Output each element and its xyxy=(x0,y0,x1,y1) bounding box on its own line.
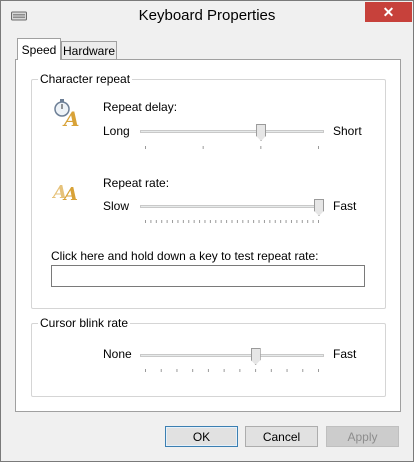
close-icon: ✕ xyxy=(382,3,395,20)
character-repeat-legend: Character repeat xyxy=(38,72,133,86)
test-repeat-input[interactable] xyxy=(51,265,365,287)
svg-text:A: A xyxy=(62,107,80,128)
repeated-letters-icon: A A xyxy=(52,182,78,202)
close-button[interactable]: ✕ xyxy=(365,2,412,22)
cancel-button[interactable]: Cancel xyxy=(245,426,318,447)
svg-text:A: A xyxy=(62,184,78,202)
repeat-delay-max-label: Short xyxy=(333,124,362,138)
tab-hardware[interactable]: Hardware xyxy=(61,41,117,60)
cursor-blink-track xyxy=(140,354,324,357)
cursor-blink-ticks xyxy=(145,369,319,372)
window-title: Keyboard Properties xyxy=(138,7,276,24)
repeat-rate-ticks xyxy=(145,220,319,223)
repeat-rate-label: Repeat rate: xyxy=(103,176,170,190)
repeat-rate-max-label: Fast xyxy=(333,199,357,213)
cursor-blink-max-label: Fast xyxy=(333,347,357,361)
repeat-delay-track xyxy=(140,130,324,133)
tab-speed[interactable]: Speed xyxy=(17,38,61,60)
stopwatch-letter-icon: A xyxy=(54,99,80,128)
repeat-delay-min-label: Long xyxy=(103,124,130,138)
repeat-delay-label: Repeat delay: xyxy=(103,100,178,114)
test-repeat-label: Click here and hold down a key to test r… xyxy=(51,249,319,263)
repeat-rate-track xyxy=(140,205,324,208)
cursor-blink-legend: Cursor blink rate xyxy=(38,316,131,330)
repeat-rate-min-label: Slow xyxy=(103,199,130,213)
apply-button[interactable]: Apply xyxy=(326,426,399,447)
cursor-blink-min-label: None xyxy=(103,347,132,361)
keyboard-properties-window: Keyboard Properties ✕ Speed Hardware Cha… xyxy=(0,0,414,462)
repeat-delay-ticks xyxy=(145,146,319,149)
ok-button[interactable]: OK xyxy=(165,426,238,447)
title-bar: Keyboard Properties ✕ xyxy=(1,1,413,31)
